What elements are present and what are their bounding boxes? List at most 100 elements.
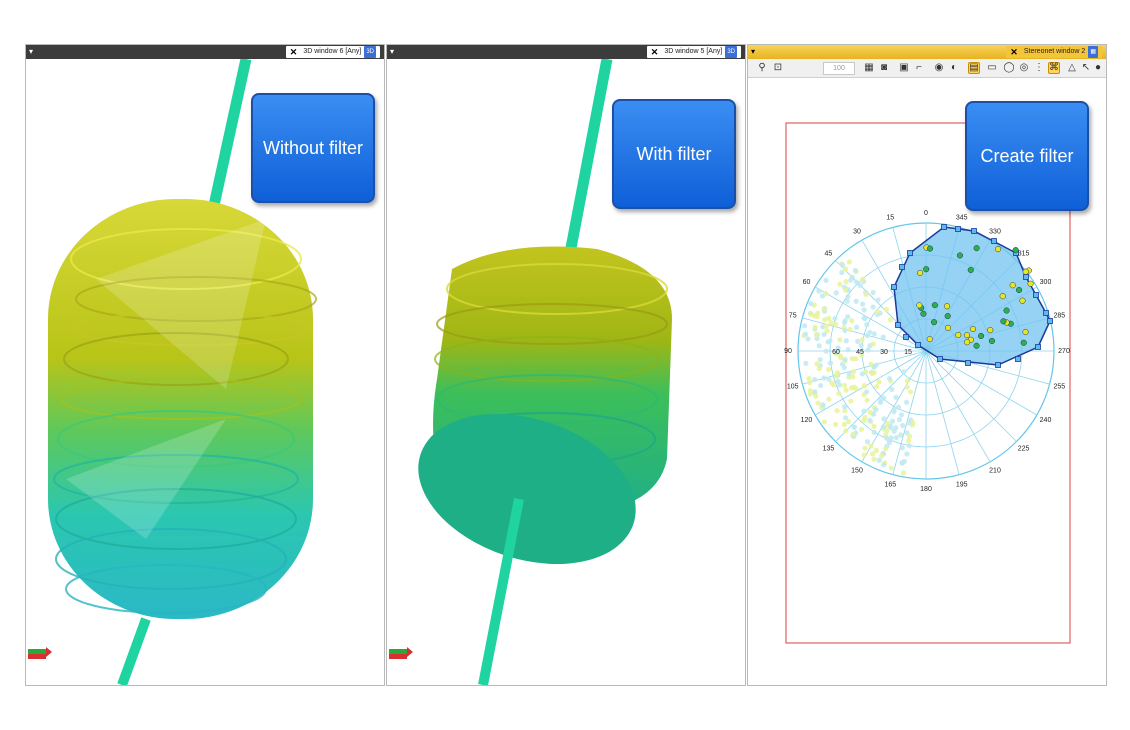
dip-label: 30	[880, 349, 888, 356]
polygon-vertex-handle[interactable]	[907, 250, 913, 256]
eye-icon[interactable]: ◉	[933, 62, 945, 74]
pole-point	[834, 370, 841, 376]
pole-point	[842, 356, 848, 363]
palette-icon[interactable]: ●	[1092, 62, 1104, 74]
pole-point	[848, 385, 855, 391]
pole-point	[871, 370, 877, 376]
pole-point	[837, 281, 843, 287]
pointer-icon[interactable]: ↖	[1080, 62, 1092, 74]
stereonet-toolbar: ⚲ ⊡ 100 ▦ ◙ ▣ ⌐ ◉ ◐ ▤ ▭ ◯ ◎ ⋮ ⌘ △ ↖ ●	[748, 59, 1106, 78]
view-icon[interactable]: ◎	[1018, 62, 1030, 74]
pole-point	[904, 384, 910, 390]
polygon-vertex-handle[interactable]	[903, 334, 909, 340]
polygon-vertex-handle[interactable]	[1047, 318, 1053, 324]
close-icon[interactable]: ✕	[290, 46, 298, 58]
azimuth-label: 30	[853, 228, 861, 235]
pole-point	[899, 460, 905, 466]
rotate-icon[interactable]: △	[1066, 62, 1078, 74]
polygon-vertex-handle[interactable]	[941, 224, 947, 230]
dots-icon[interactable]: ⋮	[1033, 62, 1045, 74]
pole-point	[812, 376, 818, 383]
polygon-vertex-handle[interactable]	[1033, 292, 1039, 298]
pole-point	[901, 369, 907, 375]
pole-point	[812, 324, 818, 330]
3d-viewport[interactable]: Without filter	[26, 59, 384, 685]
highlight-tool-icon[interactable]: ▤	[968, 62, 980, 74]
lasso-icon[interactable]: ◯	[1003, 62, 1015, 74]
polygon-vertex-handle[interactable]	[1015, 356, 1021, 362]
selected-pole-point	[995, 246, 1002, 253]
pole-point	[882, 446, 889, 452]
pole-point	[816, 288, 822, 294]
azimuth-label: 285	[1053, 312, 1065, 319]
polygon-vertex-handle[interactable]	[899, 264, 905, 270]
window-menu-icon[interactable]: ▾	[29, 45, 33, 59]
polygon-vertex-handle[interactable]	[915, 342, 921, 348]
pole-point	[816, 343, 822, 349]
pole-point	[906, 443, 912, 449]
pin-icon[interactable]: ⚲	[756, 62, 768, 74]
tool-icon[interactable]: ◐	[948, 62, 960, 74]
window-tab[interactable]: ✕ 3D window 6 [Any] 3D	[285, 46, 380, 58]
polygon-vertex-handle[interactable]	[1043, 310, 1049, 316]
3d-window-5-pane[interactable]: ▾ ✕ 3D window 5 [Any] 3D With filter	[386, 44, 746, 686]
polygon-vertex-handle[interactable]	[965, 360, 971, 366]
lock-icon[interactable]: ⊡	[772, 62, 784, 74]
selected-pole-point	[978, 332, 985, 340]
pole-point	[889, 386, 895, 393]
pole-point	[814, 361, 820, 367]
selected-pole-point	[916, 302, 923, 309]
pole-point	[818, 382, 824, 389]
pole-point	[898, 432, 904, 438]
polygon-vertex-handle[interactable]	[891, 284, 897, 290]
polygon-vertex-handle[interactable]	[1023, 274, 1029, 280]
window-menu-icon[interactable]: ▾	[390, 45, 394, 59]
polygon-vertex-handle[interactable]	[1035, 344, 1041, 350]
pole-point	[880, 424, 886, 430]
pole-point	[806, 375, 812, 382]
stereonet-window-2-pane[interactable]: ▾ ✕ Stereonet window 2 ▦ ⚲ ⊡ 100 ▦ ◙ ▣ ⌐…	[747, 44, 1107, 686]
window-tab[interactable]: ✕ 3D window 5 [Any] 3D	[646, 46, 741, 58]
close-icon[interactable]: ✕	[651, 46, 659, 58]
grid-icon[interactable]: ▦	[863, 62, 875, 74]
pole-point	[826, 366, 832, 373]
color-table-icon[interactable]: ▣	[898, 62, 910, 74]
azimuth-label: 195	[956, 481, 968, 488]
camera-icon[interactable]: ◙	[878, 62, 890, 74]
window-icon[interactable]: ▭	[986, 62, 998, 74]
pole-point	[863, 291, 869, 298]
frame-icon[interactable]: ⌐	[913, 62, 925, 74]
close-icon[interactable]: ✕	[1010, 46, 1018, 58]
orientation-axis-icon	[28, 647, 52, 659]
polygon-vertex-handle[interactable]	[991, 238, 997, 244]
pole-point	[843, 279, 849, 285]
polygon-vertex-handle[interactable]	[937, 356, 943, 362]
3d-viewport[interactable]: With filter	[387, 59, 745, 685]
polygon-vertex-handle[interactable]	[995, 362, 1001, 368]
zoom-input[interactable]: 100	[823, 62, 855, 75]
pole-point	[868, 443, 874, 449]
3d-window-6-pane[interactable]: ▾ ✕ 3D window 6 [Any] 3D Without filter	[25, 44, 385, 686]
polygon-vertex-handle[interactable]	[895, 322, 901, 328]
select-icon[interactable]: ⌘	[1048, 62, 1060, 74]
pole-point	[864, 322, 870, 328]
window-titlebar[interactable]: ▾ ✕ 3D window 6 [Any] 3D	[26, 45, 384, 59]
window-titlebar[interactable]: ▾ ✕ Stereonet window 2 ▦	[748, 45, 1106, 59]
window-titlebar[interactable]: ▾ ✕ 3D window 5 [Any] 3D	[387, 45, 745, 59]
pole-point	[853, 386, 859, 392]
polygon-vertex-handle[interactable]	[955, 226, 961, 232]
pole-point	[874, 383, 880, 390]
azimuth-label: 90	[784, 348, 792, 355]
pole-point	[860, 276, 866, 282]
azimuth-label: 60	[803, 279, 811, 286]
azimuth-label: 240	[1040, 417, 1052, 424]
pole-point	[900, 470, 907, 476]
well-path-bottom	[117, 617, 151, 685]
window-tab[interactable]: ✕ Stereonet window 2 ▦	[1006, 46, 1102, 58]
polygon-vertex-handle[interactable]	[971, 228, 977, 234]
pole-point	[904, 451, 910, 457]
stereonet-viewport[interactable]: 0 15 30 45 60 75 90 105 120 135 150 165 180 195 210 225…	[748, 77, 1106, 685]
selected-pole-point	[926, 245, 934, 252]
pole-point	[859, 371, 866, 377]
window-menu-icon[interactable]: ▾	[751, 45, 755, 59]
